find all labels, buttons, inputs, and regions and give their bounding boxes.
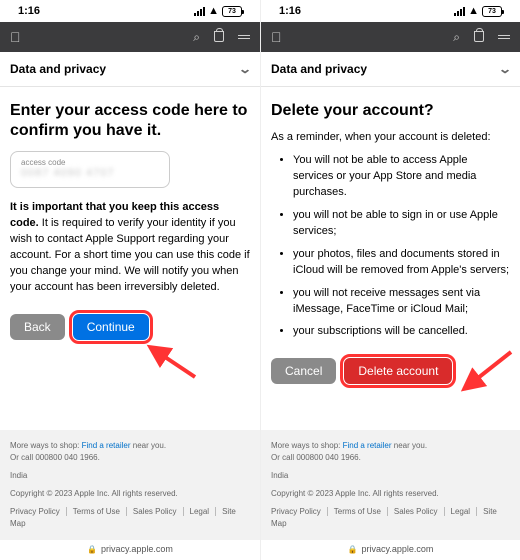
footer-link[interactable]: Legal: [451, 507, 478, 516]
footer-link[interactable]: Privacy Policy: [271, 507, 328, 516]
page-title: Delete your account?: [271, 101, 510, 121]
access-code-label: access code: [21, 158, 159, 167]
signal-icon: [194, 7, 205, 16]
lock-icon: 🔒: [348, 545, 358, 554]
menu-icon[interactable]: [498, 30, 510, 45]
battery-icon: 73: [482, 6, 502, 17]
bag-icon[interactable]: [214, 31, 224, 42]
chevron-down-icon: ⌄: [498, 62, 512, 76]
list-item: you will not receive messages sent via i…: [293, 286, 510, 318]
back-button[interactable]: Back: [10, 314, 65, 340]
access-code-value: 0087 4090 4707: [21, 167, 159, 179]
search-icon[interactable]: ⌕: [193, 30, 200, 45]
wifi-icon: ▲: [208, 5, 219, 17]
section-header[interactable]: Data and privacy ⌄: [0, 52, 260, 87]
url-bar: 🔒 privacy.apple.com: [261, 540, 520, 560]
footer-link[interactable]: Legal: [190, 507, 217, 516]
footer-link[interactable]: Sales Policy: [133, 507, 184, 516]
apple-logo-icon[interactable]: : [10, 29, 21, 45]
status-time: 1:16: [279, 5, 301, 17]
battery-icon: 73: [222, 6, 242, 17]
highlight-continue: Continue: [73, 314, 149, 340]
continue-button[interactable]: Continue: [73, 314, 149, 340]
find-retailer-link[interactable]: Find a retailer: [82, 441, 131, 450]
search-icon[interactable]: ⌕: [453, 30, 460, 45]
page-footer: More ways to shop: Find a retailer near …: [0, 430, 260, 540]
list-item: You will not be able to access Apple ser…: [293, 153, 510, 201]
find-retailer-link[interactable]: Find a retailer: [343, 441, 392, 450]
menu-icon[interactable]: [238, 30, 250, 45]
section-header[interactable]: Data and privacy ⌄: [261, 52, 520, 87]
info-paragraph: It is important that you keep this acces…: [10, 200, 250, 296]
wifi-icon: ▲: [468, 5, 479, 17]
signal-icon: [454, 7, 465, 16]
status-indicators: ▲ 73: [194, 5, 242, 17]
global-nav:  ⌕: [0, 22, 260, 52]
highlight-delete: Delete account: [344, 358, 452, 384]
footer-link[interactable]: Terms of Use: [73, 507, 127, 516]
page-title: Enter your access code here to confirm y…: [10, 101, 250, 141]
url-text: privacy.apple.com: [101, 544, 173, 554]
lock-icon: 🔒: [87, 545, 97, 554]
apple-logo-icon[interactable]: : [271, 29, 282, 45]
url-text: privacy.apple.com: [362, 544, 434, 554]
section-title: Data and privacy: [10, 62, 106, 76]
list-item: your subscriptions will be cancelled.: [293, 324, 510, 340]
reminder-text: As a reminder, when your account is dele…: [271, 131, 510, 143]
list-item: you will not be able to sign in or use A…: [293, 208, 510, 240]
access-code-field[interactable]: access code 0087 4090 4707: [10, 151, 170, 188]
section-title: Data and privacy: [271, 62, 367, 76]
footer-link[interactable]: Sales Policy: [394, 507, 445, 516]
footer-links: Privacy Policy Terms of Use Sales Policy Le…: [10, 506, 250, 530]
consequences-list: You will not be able to access Apple ser…: [271, 153, 510, 340]
footer-link[interactable]: Terms of Use: [334, 507, 388, 516]
global-nav:  ⌕: [261, 22, 520, 52]
delete-account-button[interactable]: Delete account: [344, 358, 452, 384]
footer-link[interactable]: Privacy Policy: [10, 507, 67, 516]
page-footer: More ways to shop: Find a retailer near …: [261, 430, 520, 540]
annotation-arrow-icon: [140, 342, 200, 382]
url-bar: 🔒 privacy.apple.com: [0, 540, 260, 560]
list-item: your photos, files and documents stored …: [293, 247, 510, 279]
cancel-button[interactable]: Cancel: [271, 358, 336, 384]
status-time: 1:16: [18, 5, 40, 17]
bag-icon[interactable]: [474, 31, 484, 42]
status-indicators: ▲ 73: [454, 5, 502, 17]
chevron-down-icon: ⌄: [238, 62, 252, 76]
footer-links: Privacy Policy Terms of Use Sales Policy Le…: [271, 506, 510, 530]
